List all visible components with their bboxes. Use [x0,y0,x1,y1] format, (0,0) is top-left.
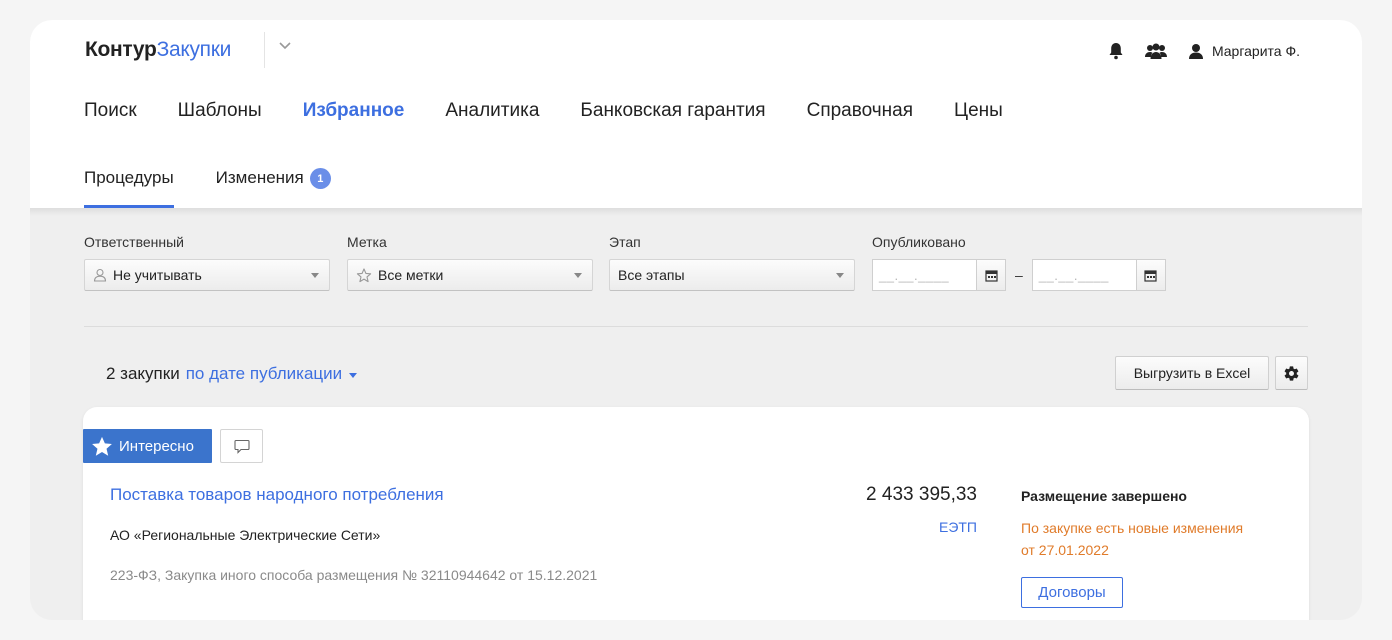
tag-select-value: Все метки [378,267,444,283]
tab-changes[interactable]: Изменения 1 [216,168,331,208]
change-notice-line2: от 27.01.2022 [1021,542,1109,558]
stage-select[interactable]: Все этапы [609,259,855,291]
favorite-tag-label: Интересно [119,437,194,455]
nav-item-reference[interactable]: Справочная [807,100,913,122]
chevron-down-icon [574,272,582,278]
procurement-meta: 223-ФЗ, Закупка иного способа размещения… [110,567,598,583]
change-notice[interactable]: По закупке есть новые изменения от 27.01… [1021,517,1243,561]
procurement-card: Интересно Поставка товаров народного пот… [83,407,1309,620]
procurement-platform-link[interactable]: ЕЭТП [939,519,977,535]
responsible-select-value: Не учитывать [113,267,202,283]
chevron-down-icon [836,272,844,278]
nav-item-bank-guarantee[interactable]: Банковская гарантия [580,100,765,122]
results-count: 2 закупки [106,364,180,383]
date-to-input[interactable]: __.__.____ [1031,259,1136,291]
nav-item-favorites[interactable]: Избранное [303,100,405,122]
procurement-price: 2 433 395,33 [866,484,977,505]
results-summary: 2 закупки по дате публикации [106,364,358,384]
date-from-input[interactable]: __.__.____ [872,259,976,291]
responsible-select[interactable]: Не учитывать [84,259,330,291]
filter-tag: Метка Все метки [347,234,593,291]
sort-label: по дате публикации [185,364,343,383]
favorite-tag-button[interactable]: Интересно [83,429,212,463]
procurement-status: Размещение завершено [1021,488,1187,504]
tab-procedures[interactable]: Процедуры [84,168,174,208]
settings-button[interactable] [1275,356,1308,390]
chevron-down-icon [311,272,319,278]
user-icon [1188,43,1204,60]
comment-button[interactable] [220,429,263,463]
change-notice-line1: По закупке есть новые изменения [1021,520,1244,536]
team-icon[interactable] [1144,42,1168,60]
tab-changes-label: Изменения [215,168,304,187]
logo-divider [264,32,265,68]
filter-stage-label: Этап [609,234,641,250]
bell-icon[interactable] [1108,42,1124,60]
tag-select[interactable]: Все метки [347,259,593,291]
date-range: __.__.____ – __.__.____ [872,259,1166,291]
person-icon [93,268,107,282]
stage-select-value: Все этапы [618,267,685,283]
user-name: Маргарита Ф. [1211,43,1300,59]
gear-icon [1283,365,1300,382]
filter-responsible: Ответственный Не учитывать [84,234,330,291]
sort-dropdown[interactable]: по дате публикации [185,364,358,384]
star-outline-icon [356,267,372,283]
nav-item-search[interactable]: Поиск [84,100,137,122]
tab-procedures-label: Процедуры [84,168,174,187]
nav-item-analytics[interactable]: Аналитика [445,100,539,122]
logo-part1: Контур [85,38,157,61]
nav-item-prices[interactable]: Цены [954,100,1003,122]
logo[interactable]: КонтурЗакупки [85,38,231,62]
header-actions: Маргарита Ф. [1108,42,1300,60]
contracts-button[interactable]: Договоры [1021,577,1123,608]
products-dropdown-chevron-icon[interactable] [278,38,292,54]
filter-published: Опубликовано __.__.____ – __.__.____ [872,234,1166,291]
header-shadow [30,208,1362,216]
comment-icon [233,439,250,454]
star-icon [91,436,113,457]
sub-nav: Процедуры Изменения 1 [84,168,331,208]
logo-part2: Закупки [156,38,232,61]
filter-stage: Этап Все этапы [609,234,855,291]
caret-down-icon [349,372,358,378]
app-frame: КонтурЗакупки Маргарита Ф. Поиск Шаблоны [30,20,1362,620]
filter-responsible-label: Ответственный [84,234,184,250]
procurement-title-link[interactable]: Поставка товаров народного потребления [110,485,444,505]
date-range-separator: – [1015,267,1023,283]
export-excel-button[interactable]: Выгрузить в Excel [1115,356,1269,390]
main-nav: Поиск Шаблоны Избранное Аналитика Банков… [84,100,1003,122]
filters-divider [84,326,1308,327]
procurement-organization: АО «Региональные Электрические Сети» [110,527,381,543]
filter-published-label: Опубликовано [872,234,966,250]
changes-count-badge: 1 [309,168,331,189]
calendar-icon[interactable] [976,259,1006,291]
nav-item-templates[interactable]: Шаблоны [178,100,262,122]
calendar-icon[interactable] [1135,259,1166,291]
header: КонтурЗакупки Маргарита Ф. Поиск Шаблоны [30,20,1362,208]
filter-tag-label: Метка [347,234,387,250]
user-menu[interactable]: Маргарита Ф. [1188,43,1300,60]
